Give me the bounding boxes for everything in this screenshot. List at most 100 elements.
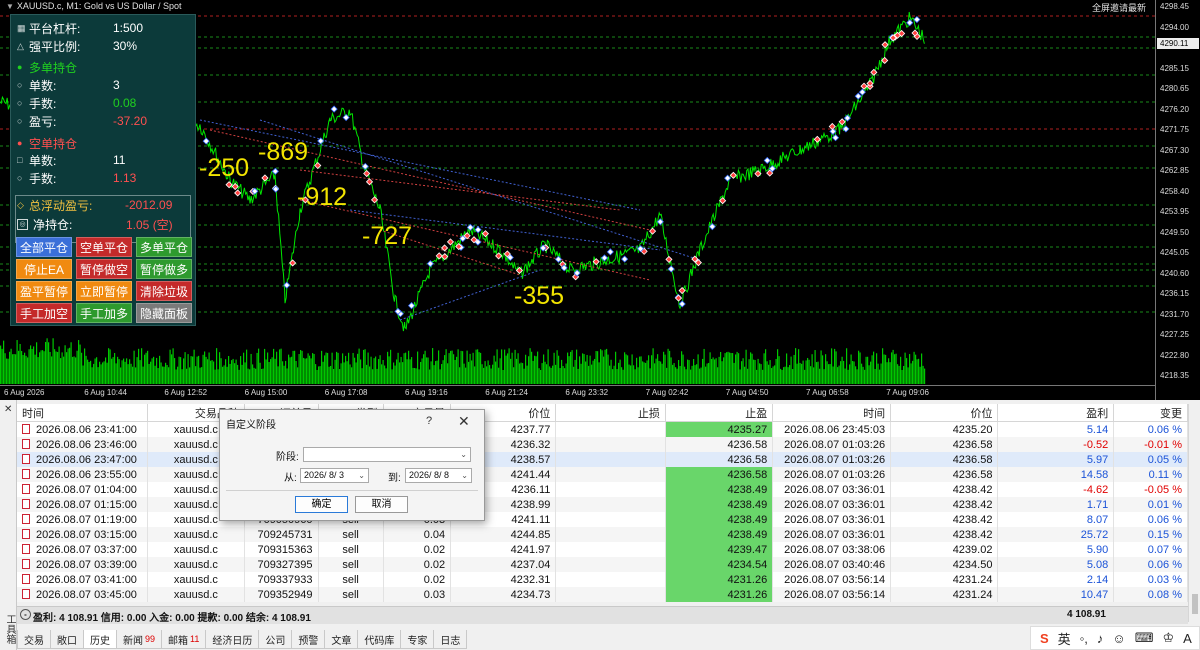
table-row[interactable]: 2026.08.07 01:15:00 xauusd.c 4238.99 4238.4… (17, 497, 1188, 512)
volume-bar (811, 354, 813, 384)
volume-bar (643, 362, 645, 384)
panel-button-8[interactable]: 清除垃圾 (136, 281, 192, 301)
tab-5[interactable]: 经济日历 (205, 630, 260, 649)
scroll-thumb[interactable] (1192, 594, 1198, 614)
table-cell: sell (318, 542, 384, 557)
short-lots-row: ○ 手数: 1.13 (17, 171, 137, 186)
sogou-logo-icon[interactable]: S (1040, 631, 1049, 646)
tab-10[interactable]: 专家 (400, 630, 435, 649)
tab-7[interactable]: 预警 (291, 630, 326, 649)
panel-button-6[interactable]: 盈平暂停 (16, 281, 72, 301)
volume-bar (0, 345, 2, 384)
volume-bar (39, 352, 41, 384)
price-tick-label: 4262.85 (1160, 166, 1189, 175)
column-header[interactable]: 价位 (890, 404, 999, 422)
panel-button-7[interactable]: 立即暂停 (76, 281, 132, 301)
volume-bar (189, 367, 191, 384)
table-row[interactable]: 2026.08.07 01:19:00xauusd.c709050960sell… (17, 512, 1188, 527)
tab-3[interactable]: 新闻 99 (116, 630, 163, 649)
volume-bar (724, 353, 726, 384)
tab-0[interactable]: 交易 (17, 630, 51, 649)
table-cell: 2026.08.07 03:56:14 (772, 587, 892, 602)
volume-bar (222, 366, 224, 384)
panel-button-11[interactable]: 隐藏面板 (136, 303, 192, 323)
volume-bar (114, 353, 116, 384)
table-row[interactable]: 2026.08.06 23:47:00 xauusd.c 4238.57 4236.5… (17, 452, 1188, 467)
volume-bar (265, 359, 267, 384)
volume-bar (400, 356, 402, 384)
volume-bar (717, 367, 719, 384)
tab-1[interactable]: 敞口 (50, 630, 84, 649)
tab-11[interactable]: 日志 (433, 630, 468, 649)
stage-select[interactable]: ⌄ (303, 447, 471, 462)
punctuation-icon[interactable]: ◦, (1080, 631, 1088, 646)
volume-bar (852, 360, 854, 384)
volume-bar (624, 352, 626, 384)
table-row[interactable]: 2026.08.07 03:37:00 xauusd.c 709315363 sell… (17, 542, 1188, 557)
volume-bar (436, 360, 438, 384)
trade-marker (649, 227, 657, 235)
table-row[interactable]: 2026.08.07 03:15:00 xauusd.c 709245731 sell… (17, 527, 1188, 542)
time-axis[interactable]: 6 Aug 2026 6 Aug 10:44 6 Aug 12:52 6 Aug 15… (0, 385, 1155, 400)
panel-button-0[interactable]: 全部平仓 (16, 237, 72, 257)
panel-button-5[interactable]: 暂停做多 (136, 259, 192, 279)
volume-bar (124, 361, 126, 384)
tab-2[interactable]: 历史 (83, 630, 117, 649)
column-header[interactable]: 止损 (555, 404, 666, 422)
collapse-triangle-icon[interactable]: ▼ (6, 2, 14, 11)
volume-bar (739, 369, 741, 384)
volume-bar (9, 351, 11, 384)
table-row[interactable]: 2026.08.07 03:39:00 xauusd.c 709327395 sell… (17, 557, 1188, 572)
table-row[interactable]: 2026.08.06 23:41:00 xauusd.c 4237.77 4235.2… (17, 421, 1188, 437)
tab-9[interactable]: 代码库 (357, 630, 402, 649)
tab-4[interactable]: 邮箱 11 (161, 630, 207, 649)
volume-bar (594, 358, 596, 384)
volume-bar (849, 364, 851, 384)
volume-bar (271, 357, 273, 384)
ok-button[interactable]: 确定 (295, 496, 348, 513)
column-header[interactable]: 盈利 (997, 404, 1115, 422)
panel-button-9[interactable]: 手工加空 (16, 303, 72, 323)
close-icon[interactable]: ✕ (4, 404, 12, 415)
price-chart[interactable]: ▼ XAUUSD.c, M1: Gold vs US Dollar / Spot … (0, 0, 1200, 400)
vertical-scrollbar[interactable] (1188, 404, 1200, 622)
ai-icon[interactable]: A (1183, 631, 1192, 646)
keyboard-icon[interactable]: ⌨ (1135, 630, 1154, 646)
to-date-picker[interactable]: 2026/ 8/ 8 ⌄ (405, 468, 472, 483)
table-row[interactable]: 2026.08.07 01:04:00 xauusd.c 4236.11 4238.4… (17, 482, 1188, 497)
table-row[interactable]: 2026.08.07 03:45:00 xauusd.c 709352949 sell… (17, 587, 1188, 602)
table-row[interactable]: 2026.08.06 23:46:00 xauusd.c 4236.32 4236.5… (17, 437, 1188, 452)
column-header[interactable]: 时间 (17, 404, 149, 422)
emoji-icon[interactable]: ☺ (1112, 631, 1125, 646)
microphone-icon[interactable]: ♪ (1097, 631, 1104, 646)
table-row[interactable]: 2026.08.07 03:41:00 xauusd.c 709337933 sell… (17, 572, 1188, 587)
panel-button-4[interactable]: 暂停做空 (76, 259, 132, 279)
close-icon[interactable]: ✕ (458, 413, 470, 430)
summary-toggle-icon[interactable]: - (20, 609, 31, 620)
volume-bar (598, 362, 600, 384)
help-icon[interactable]: ? (426, 415, 432, 427)
table-cell (555, 572, 666, 587)
tab-6[interactable]: 公司 (258, 630, 293, 649)
volume-bar (91, 367, 93, 384)
panel-button-10[interactable]: 手工加多 (76, 303, 132, 323)
cancel-button[interactable]: 取消 (355, 496, 408, 513)
volume-bar (708, 362, 710, 384)
from-date-picker[interactable]: 2026/ 8/ 3 ⌄ (300, 468, 369, 483)
column-header[interactable]: 时间 (772, 404, 892, 422)
divider (226, 490, 478, 491)
panel-button-2[interactable]: 多单平仓 (136, 237, 192, 257)
volume-bar (723, 357, 725, 384)
volume-bar (331, 352, 333, 384)
skin-icon[interactable]: ♔ (1162, 630, 1174, 646)
price-axis[interactable]: 4298.45 4294.00 4290.11 4285.15 4280.65 4276.… (1155, 0, 1200, 400)
column-header[interactable]: 止盈 (665, 404, 774, 422)
panel-button-3[interactable]: 停止EA (16, 259, 72, 279)
column-header[interactable]: 变更 (1113, 404, 1188, 422)
panel-button-1[interactable]: 空单平仓 (76, 237, 132, 257)
table-row[interactable]: 2026.08.06 23:55:00 xauusd.c 4241.44 4236.5… (17, 467, 1188, 482)
tab-8[interactable]: 文章 (324, 630, 359, 649)
volume-bar (681, 351, 683, 384)
volume-bar (234, 363, 236, 384)
ime-language-toggle[interactable]: 英 (1058, 629, 1071, 648)
